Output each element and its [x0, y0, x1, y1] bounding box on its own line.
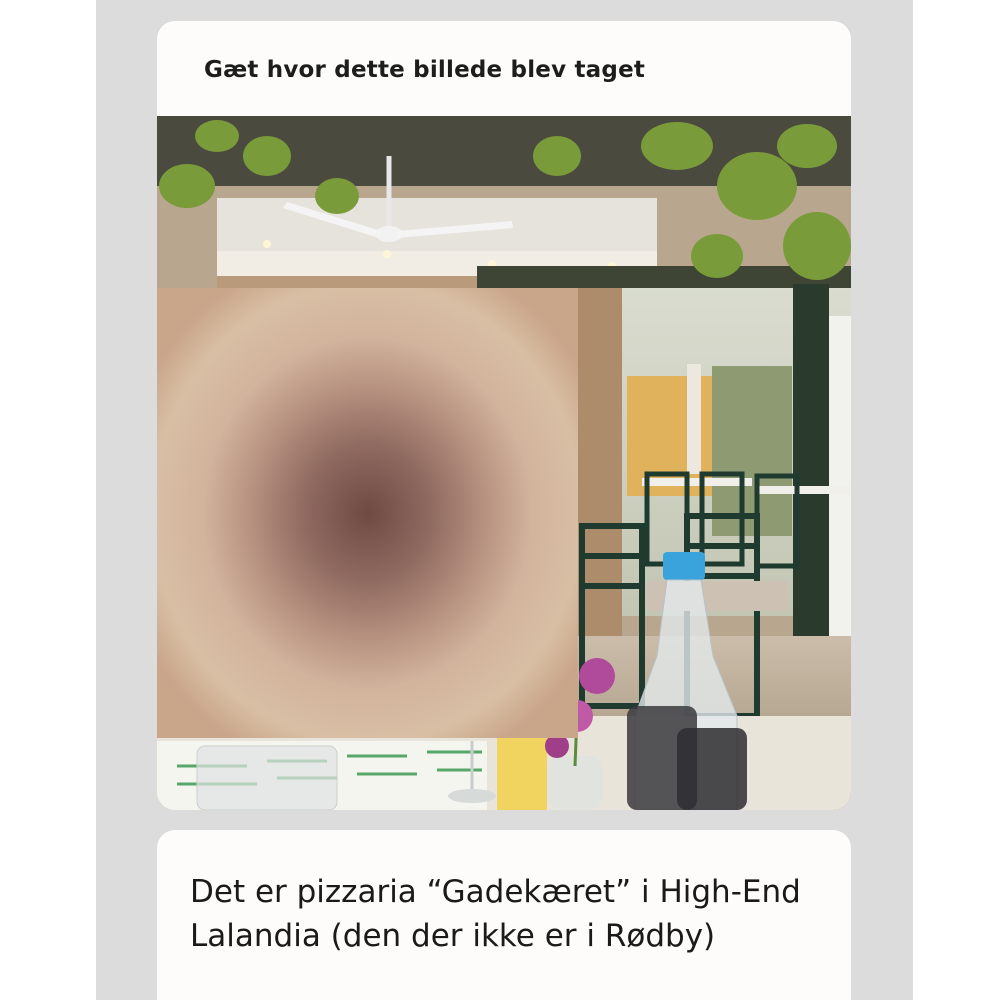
- table-top: [755, 486, 851, 494]
- ceiling-spotlight: [383, 250, 391, 258]
- dark-glass: [677, 728, 747, 810]
- white-column: [687, 364, 701, 474]
- answer-card: Det er pizzaria “Gadekæret” i High-End L…: [157, 830, 851, 1000]
- ceiling-spotlight: [263, 240, 271, 248]
- prompt-card: Gæt hvor dette billede blev taget: [157, 21, 851, 810]
- drinking-glass: [196, 745, 338, 810]
- answer-text: Det er pizzaria “Gadekæret” i High-End L…: [190, 874, 801, 954]
- yellow-napkin: [497, 736, 547, 810]
- garden-greenery: [712, 366, 792, 536]
- restaurant-photo[interactable]: [157, 116, 851, 810]
- prompt-title: Gæt hvor dette billede blev taget: [204, 57, 646, 83]
- photo-illustration: [157, 116, 851, 810]
- blurred-face: [157, 288, 578, 738]
- table-top: [642, 478, 752, 486]
